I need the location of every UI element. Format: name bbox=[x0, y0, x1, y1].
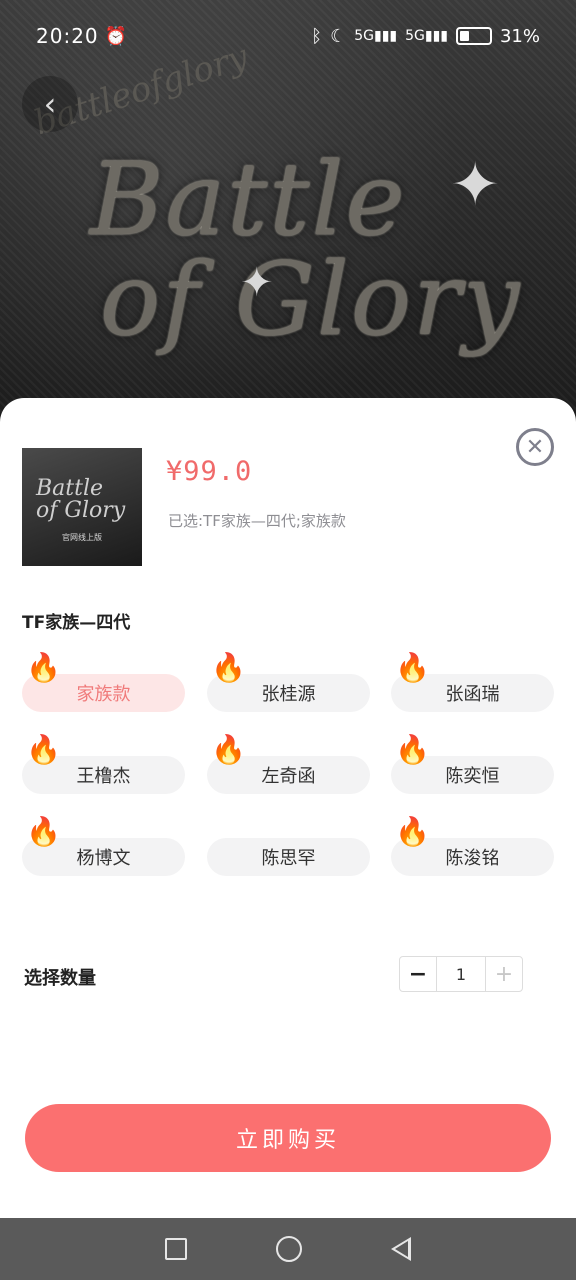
option-chip[interactable]: 陈奕恒 🔥 bbox=[391, 736, 554, 794]
sku-sheet: ✕ Battle of Glory 官网线上版 ¥99.0 已选:TF家族—四代… bbox=[0, 398, 576, 1218]
flame-icon: 🔥 bbox=[395, 815, 430, 848]
system-nav-bar bbox=[0, 1218, 576, 1280]
option-chip-label: 张桂源 bbox=[261, 684, 316, 705]
banner-title-line2: of Glory bbox=[100, 241, 522, 358]
option-chip-label: 左奇函 bbox=[261, 766, 316, 787]
moon-icon: ☾ bbox=[330, 25, 347, 47]
option-chip-label: 陈思罕 bbox=[261, 848, 316, 869]
bluetooth-icon: ᛒ bbox=[311, 25, 323, 47]
back-chevron-icon: ‹ bbox=[43, 85, 57, 123]
flame-icon: 🔥 bbox=[211, 651, 246, 684]
status-time: 20:20 bbox=[36, 24, 99, 48]
back-button[interactable]: ‹ bbox=[22, 76, 78, 132]
buy-now-button[interactable]: 立即购买 bbox=[25, 1104, 551, 1172]
flame-icon: 🔥 bbox=[395, 651, 430, 684]
alarm-icon: ⏰ bbox=[104, 25, 128, 47]
option-chip[interactable]: 家族款 🔥 bbox=[22, 654, 185, 712]
option-chip-label: 家族款 bbox=[76, 684, 131, 705]
quantity-stepper: − 1 + bbox=[399, 956, 523, 992]
recent-apps-icon[interactable] bbox=[164, 1238, 187, 1260]
back-triangle-icon[interactable] bbox=[391, 1237, 412, 1261]
home-icon[interactable] bbox=[275, 1236, 302, 1262]
quantity-label: 选择数量 bbox=[24, 968, 96, 989]
option-chip-label: 张函瑞 bbox=[445, 684, 500, 705]
option-chip[interactable]: 张函瑞 🔥 bbox=[391, 654, 554, 712]
option-chip-label: 王橹杰 bbox=[76, 766, 131, 787]
option-chip-label: 杨博文 bbox=[76, 848, 131, 869]
close-icon: ✕ bbox=[525, 434, 545, 460]
product-thumbnail: Battle of Glory 官网线上版 bbox=[22, 448, 142, 566]
option-chip-label: 陈浚铭 bbox=[445, 848, 500, 869]
signal-icon: 5G▮▮▮ bbox=[354, 28, 398, 44]
option-chip[interactable]: 左奇函 🔥 bbox=[207, 736, 370, 794]
selected-summary: 已选:TF家族—四代;家族款 bbox=[168, 512, 346, 530]
thumb-subtitle: 官网线上版 bbox=[62, 533, 102, 542]
flame-icon: 🔥 bbox=[26, 733, 61, 766]
thumb-title: Battle of Glory bbox=[36, 478, 125, 522]
option-chip[interactable]: 王橹杰 🔥 bbox=[22, 736, 185, 794]
flame-icon: 🔥 bbox=[395, 733, 430, 766]
quantity-value[interactable]: 1 bbox=[437, 957, 485, 991]
thumb-title-line1: Battle bbox=[36, 476, 104, 501]
status-bar: 20:20 ⏰ ᛒ ☾ 5G▮▮▮ 5G▮▮▮ 31% bbox=[0, 18, 576, 54]
option-chip[interactable]: 陈思罕 bbox=[207, 838, 370, 876]
increment-button[interactable]: + bbox=[485, 957, 522, 991]
flame-icon: 🔥 bbox=[26, 651, 61, 684]
product-banner: battleofglory Battle of Glory ✦ ✦ bbox=[0, 0, 576, 420]
signal-icon: 5G▮▮▮ bbox=[405, 28, 448, 44]
status-icons: ᛒ ☾ 5G▮▮▮ 5G▮▮▮ 31% bbox=[311, 26, 540, 47]
flame-icon: 🔥 bbox=[26, 815, 61, 848]
option-group-title: TF家族—四代 bbox=[22, 613, 131, 633]
flame-icon: 🔥 bbox=[211, 733, 246, 766]
option-chip[interactable]: 张桂源 🔥 bbox=[207, 654, 370, 712]
thumb-title-line2: of Glory bbox=[36, 498, 126, 523]
battery-percent: 31% bbox=[499, 25, 540, 47]
decrement-button[interactable]: − bbox=[400, 957, 437, 991]
option-chip-label: 陈奕恒 bbox=[445, 766, 500, 787]
battery-icon bbox=[455, 27, 492, 45]
battery-fill bbox=[459, 31, 469, 41]
option-chip[interactable]: 杨博文 🔥 bbox=[22, 818, 185, 876]
close-button[interactable]: ✕ bbox=[516, 428, 554, 466]
option-chip[interactable]: 陈浚铭 🔥 bbox=[391, 818, 554, 876]
product-price: ¥99.0 bbox=[166, 456, 253, 487]
sparkle-icon: ✦ bbox=[240, 260, 274, 306]
sparkle-icon: ✦ bbox=[450, 150, 501, 220]
